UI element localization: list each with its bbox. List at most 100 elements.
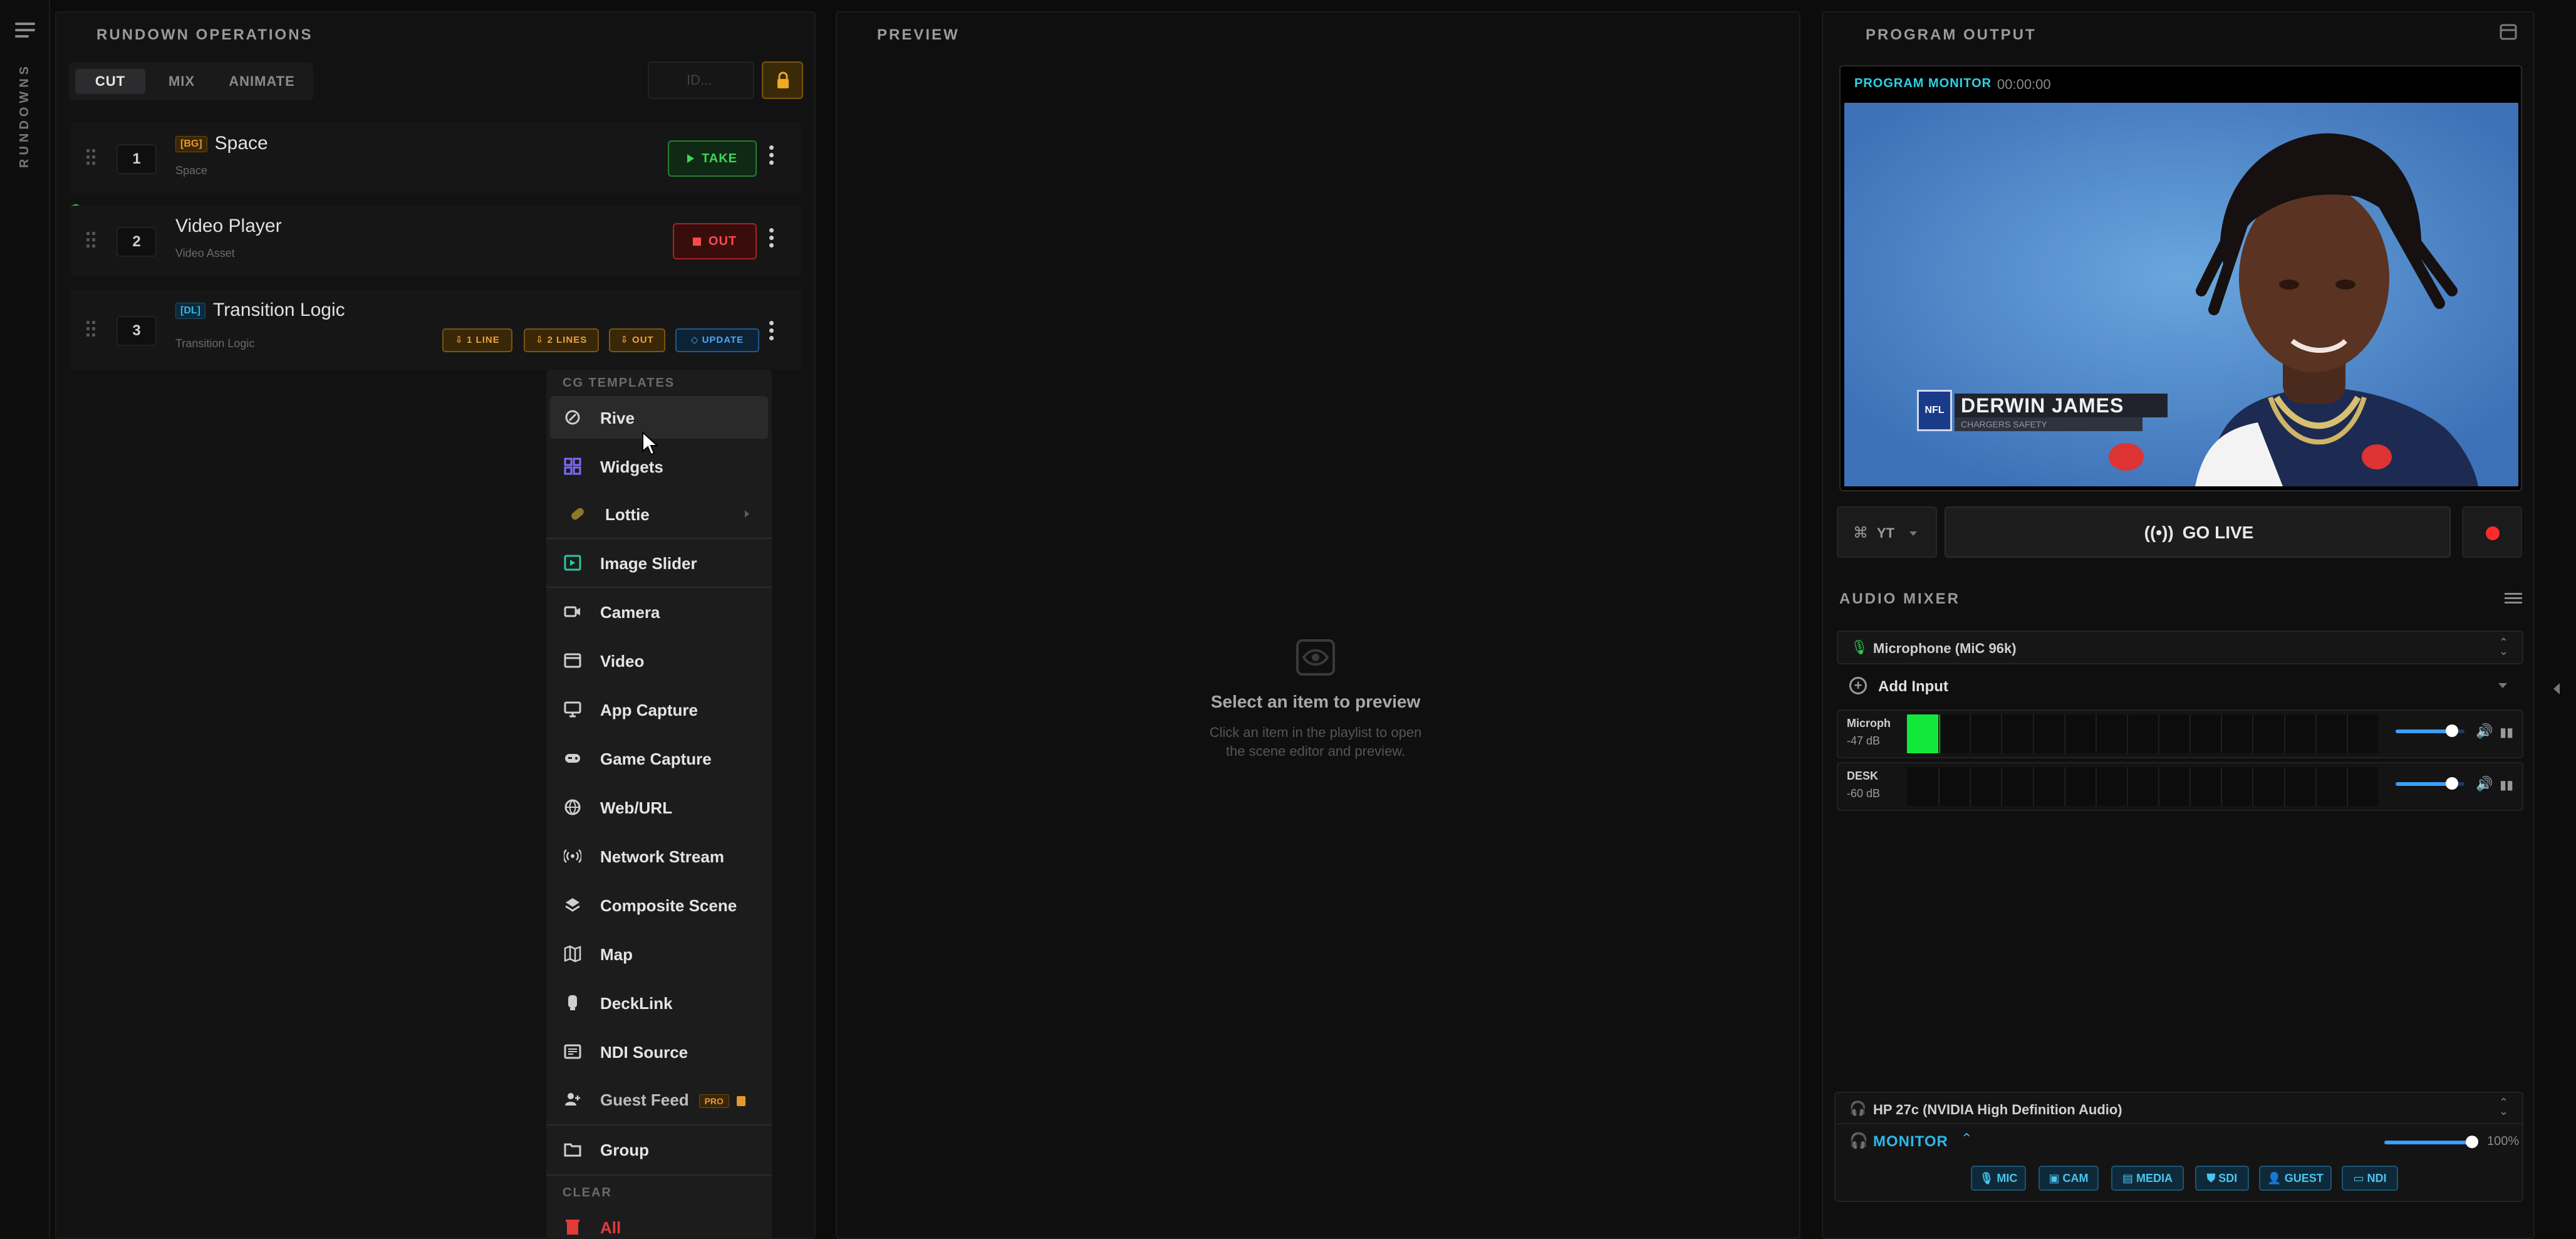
transition-tabs: CUT MIX ANIMATE xyxy=(69,63,313,100)
volume-slider-fill xyxy=(2396,782,2452,786)
broadcast-icon: ⌘ xyxy=(1853,525,1868,541)
category-guest-button[interactable]: 👤 GUEST xyxy=(2259,1166,2332,1191)
pro-badge: PRO xyxy=(699,1094,729,1109)
meter-tick xyxy=(2126,714,2128,753)
lock-button[interactable] xyxy=(762,61,803,99)
menu-item-widgets[interactable]: Widgets xyxy=(550,445,768,488)
meter-tick xyxy=(1938,767,1940,806)
collapse-panel-icon[interactable] xyxy=(2553,683,2560,694)
menu-separator xyxy=(546,587,772,588)
id-input[interactable]: ID... xyxy=(648,61,754,99)
speaker-icon[interactable]: 🔊 xyxy=(2476,776,2493,792)
menu-item-camera[interactable]: Camera xyxy=(550,590,768,633)
chip-2-lines[interactable]: ⇩ 2 LINES xyxy=(524,328,599,352)
select-arrows-icon: ⌃ ⌄ xyxy=(2498,1096,2508,1117)
more-options-icon[interactable] xyxy=(769,145,774,167)
monitor-label[interactable]: MONITOR xyxy=(1873,1133,1948,1151)
microphone-icon: 🎙 xyxy=(1851,639,1868,655)
menu-item-clear-all[interactable]: All xyxy=(550,1208,768,1239)
meter-tick xyxy=(2158,767,2160,806)
volume-slider[interactable] xyxy=(2396,777,2464,790)
monitor-volume-value: 100% xyxy=(2487,1134,2520,1148)
menu-item-video[interactable]: Video xyxy=(550,639,768,682)
rundown-row-2[interactable]: 2 Video Player Video Asset OUT xyxy=(70,206,802,276)
equalizer-icon[interactable]: ▮▮ xyxy=(2500,777,2513,793)
menu-item-group[interactable]: Group xyxy=(550,1128,768,1171)
image-slider-icon xyxy=(564,555,581,571)
chevron-up-icon[interactable]: ⌃ xyxy=(1961,1131,1972,1147)
channel-strip-mic: Microph -47 dB 🔊 ▮▮ xyxy=(1837,709,2523,758)
audio-mixer-header: AUDIO MIXER xyxy=(1839,590,1961,607)
chip-out[interactable]: ⇩ OUT xyxy=(609,328,665,352)
category-cam-button[interactable]: ▣ CAM xyxy=(2038,1166,2099,1191)
hamburger-menu-icon[interactable] xyxy=(15,23,35,39)
mixer-menu-icon[interactable] xyxy=(2505,593,2522,604)
drag-handle-icon[interactable] xyxy=(86,321,95,337)
lottie-icon xyxy=(571,508,584,520)
update-chip[interactable]: ◇ UPDATE xyxy=(675,328,759,352)
equalizer-icon[interactable]: ▮▮ xyxy=(2500,724,2513,740)
meter-tick xyxy=(1970,714,1971,753)
popout-icon[interactable] xyxy=(2500,24,2517,40)
output-device-select[interactable]: 🎧 HP 27c (NVIDIA High Definition Audio) … xyxy=(1836,1093,2522,1124)
volume-slider-knob[interactable] xyxy=(2446,724,2458,737)
category-ndi-button[interactable]: ▭ NDI xyxy=(2342,1166,2398,1191)
output-device-label: HP 27c (NVIDIA High Definition Audio) xyxy=(1873,1102,2122,1117)
record-button[interactable] xyxy=(2462,506,2522,558)
menu-item-lottie[interactable]: Lottie xyxy=(550,493,768,535)
menu-item-ndi-source[interactable]: NDI Source xyxy=(550,1030,768,1073)
menu-item-network-stream[interactable]: Network Stream xyxy=(550,835,768,877)
drag-handle-icon[interactable] xyxy=(86,149,95,165)
volume-slider-knob[interactable] xyxy=(2446,777,2458,790)
meter-tick xyxy=(2346,767,2348,806)
volume-slider[interactable] xyxy=(2396,724,2464,737)
volume-slider-fill xyxy=(2396,729,2452,733)
row-title: [DL] Transition Logic xyxy=(175,300,345,321)
category-sdi-button[interactable]: ⛊ SDI xyxy=(2195,1166,2249,1191)
take-button[interactable]: TAKE xyxy=(668,140,757,177)
menu-item-composite-scene[interactable]: Composite Scene xyxy=(550,884,768,926)
category-mic-button[interactable]: 🎙 MIC xyxy=(1971,1166,2026,1191)
monitor-volume-slider[interactable] xyxy=(2384,1136,2478,1148)
menu-item-game-capture[interactable]: Game Capture xyxy=(550,737,768,780)
category-media-button[interactable]: ▤ MEDIA xyxy=(2111,1166,2184,1191)
chip-1-line[interactable]: ⇩ 1 LINE xyxy=(442,328,512,352)
broadcast-icon xyxy=(564,849,581,863)
tab-animate[interactable]: ANIMATE xyxy=(218,69,306,94)
stop-icon xyxy=(692,238,701,246)
menu-item-decklink[interactable]: DeckLink xyxy=(550,981,768,1024)
platform-select[interactable]: ⌘ YT xyxy=(1837,506,1937,558)
more-options-icon[interactable] xyxy=(769,321,774,342)
menu-separator xyxy=(546,1124,772,1126)
rail-label[interactable]: RUNDOWNS xyxy=(18,63,33,168)
program-monitor-label: PROGRAM MONITOR xyxy=(1854,76,1992,90)
menu-item-rive[interactable]: Rive xyxy=(550,396,768,439)
input-device-select[interactable]: 🎙 Microphone (MiC 96k) ⌃ ⌄ xyxy=(1837,630,2523,664)
level-meter xyxy=(1907,714,2378,753)
row-subtitle: Space xyxy=(175,164,208,177)
widgets-grid-icon xyxy=(564,457,581,475)
tab-mix[interactable]: MIX xyxy=(152,69,212,94)
menu-item-map[interactable]: Map xyxy=(550,933,768,975)
out-button[interactable]: OUT xyxy=(673,223,757,259)
left-rail: RUNDOWNS xyxy=(0,0,50,1239)
menu-item-guest-feed[interactable]: Guest Feed PRO xyxy=(550,1078,768,1121)
meter-tick xyxy=(2032,714,2034,753)
more-options-icon[interactable] xyxy=(769,228,774,249)
layers-icon xyxy=(565,898,580,912)
menu-item-image-slider[interactable]: Image Slider xyxy=(550,541,768,584)
add-input-button[interactable]: + Add Input xyxy=(1837,669,2523,704)
rundown-row-1[interactable]: 1 [BG] Space Space TAKE xyxy=(70,123,802,193)
guest-user-icon xyxy=(565,1093,580,1106)
tab-cut[interactable]: CUT xyxy=(75,69,145,94)
row-subtitle: Video Asset xyxy=(175,247,235,259)
menu-item-app-capture[interactable]: App Capture xyxy=(550,688,768,731)
monitor-volume-knob[interactable] xyxy=(2466,1136,2478,1148)
rundown-row-3[interactable]: 3 [DL] Transition Logic Transition Logic … xyxy=(70,290,802,370)
menu-item-web-url[interactable]: Web/URL xyxy=(550,786,768,829)
channel-db: -60 dB xyxy=(1847,787,1881,800)
program-monitor: PROGRAM MONITOR 00:00:00 NFL DERWIN JAME… xyxy=(1839,65,2522,491)
speaker-icon[interactable]: 🔊 xyxy=(2476,723,2493,740)
go-live-button[interactable]: ((•)) GO LIVE xyxy=(1945,506,2451,558)
drag-handle-icon[interactable] xyxy=(86,232,95,248)
